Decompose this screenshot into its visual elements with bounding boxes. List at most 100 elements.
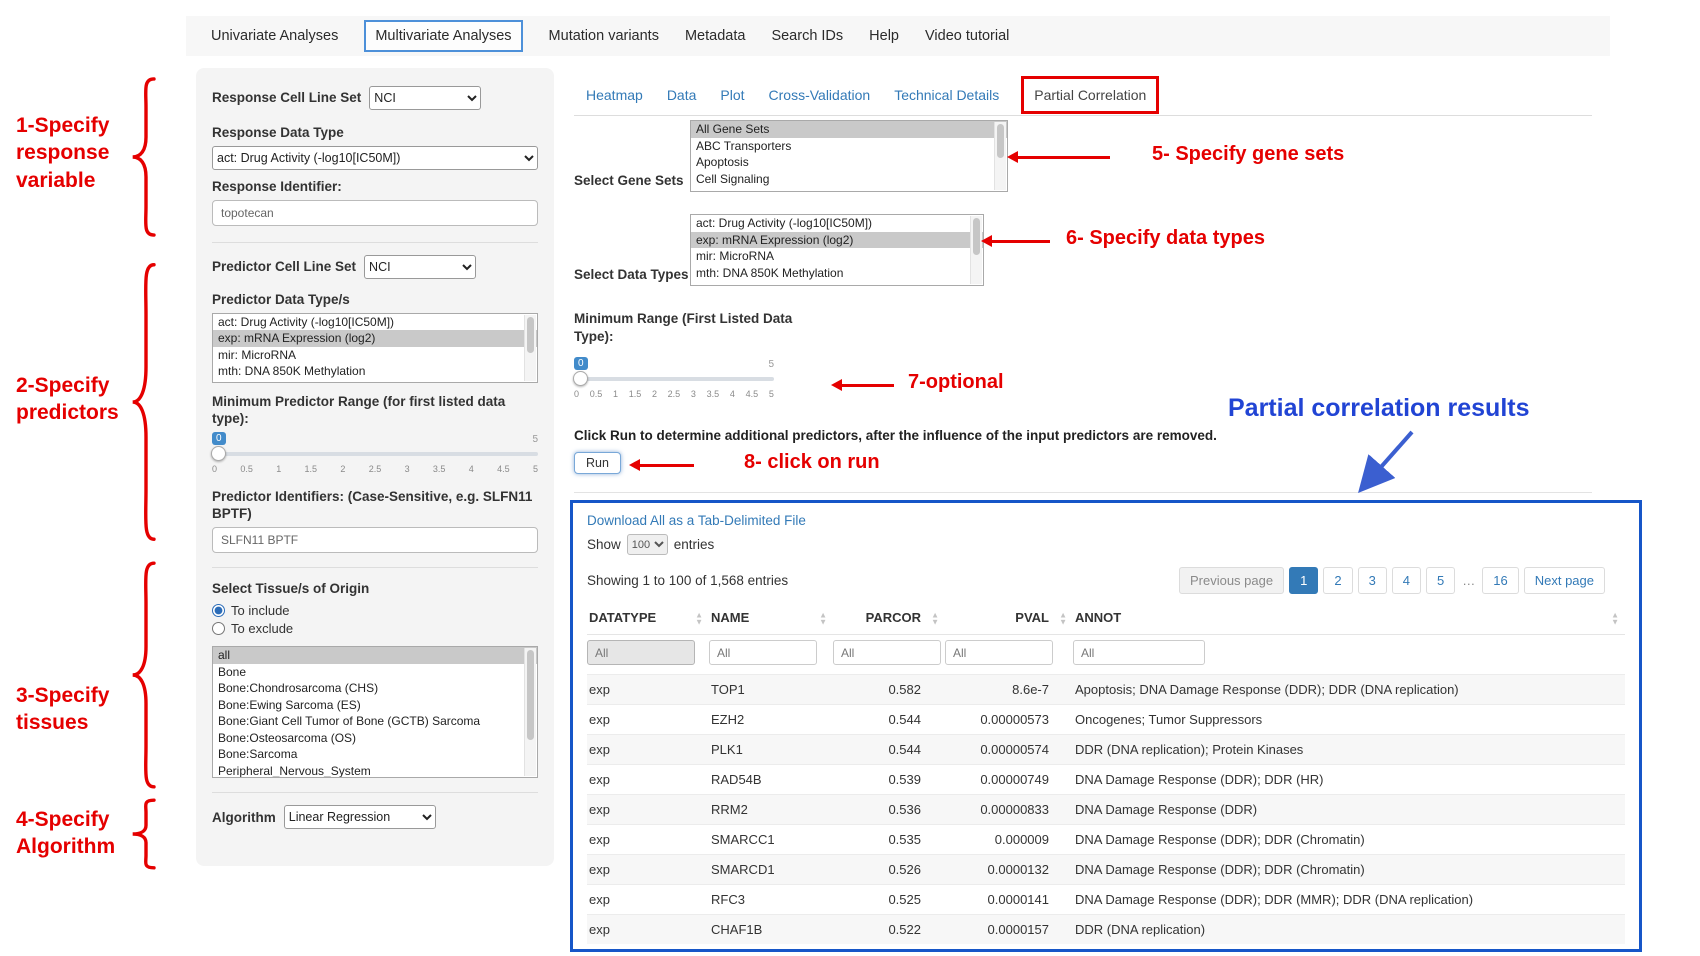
pagination-button[interactable]: 16 <box>1482 567 1518 594</box>
listbox-option[interactable]: exp: mRNA Expression (log2) <box>213 330 537 347</box>
slider-tick-label: 5 <box>533 464 538 474</box>
pagination-button[interactable]: 4 <box>1392 567 1421 594</box>
slider-handle[interactable] <box>573 371 588 386</box>
listbox-option[interactable]: mth: DNA 850K Methylation <box>213 363 537 380</box>
nav-item[interactable]: Univariate Analyses <box>211 28 338 44</box>
download-link[interactable]: Download All as a Tab-Delimited File <box>587 513 806 528</box>
sort-icon[interactable]: ▲▼ <box>695 611 703 625</box>
listbox-option[interactable]: Peripheral_Nervous_System <box>213 763 537 779</box>
pagination-button[interactable]: … <box>1460 568 1477 593</box>
listbox-option[interactable]: Bone:Chondrosarcoma (CHS) <box>213 680 537 697</box>
sort-icon[interactable]: ▲▼ <box>819 611 827 625</box>
min-range-slider[interactable]: 0 5 00.511.522.533.544.55 <box>574 357 774 403</box>
column-filter-input[interactable] <box>833 640 941 665</box>
table-row[interactable]: exp TOP1 0.582 8.6e-7 Apoptosis; DNA Dam… <box>587 675 1625 705</box>
column-header[interactable]: PARCOR ▲▼ <box>833 604 945 635</box>
table-row[interactable]: exp SMARCC1 0.535 0.000009 DNA Damage Re… <box>587 825 1625 855</box>
listbox-option[interactable]: act: Drug Activity (-log10[IC50M]) <box>691 215 983 232</box>
sort-icon[interactable]: ▲▼ <box>1611 611 1619 625</box>
listbox-option[interactable]: mth: DNA 850K Methylation <box>691 265 983 282</box>
slider-handle[interactable] <box>211 446 226 461</box>
listbox-option[interactable]: all <box>213 647 537 664</box>
pagination-button[interactable]: 5 <box>1426 567 1455 594</box>
slider-tick-label: 3.5 <box>433 464 446 474</box>
listbox-option[interactable]: Bone:Sarcoma <box>213 746 537 763</box>
response-cell-line-set-select[interactable]: NCI <box>369 86 481 110</box>
table-row[interactable]: exp CHAF1B 0.522 0.0000157 DDR (DNA repl… <box>587 915 1625 945</box>
table-header-row: DATATYPE ▲▼ NAME ▲▼ PARCOR ▲▼ <box>587 604 1625 635</box>
cell-pval: 0.00000749 <box>945 765 1073 795</box>
listbox-option[interactable]: mir: MicroRNA <box>691 248 983 265</box>
tissue-include-radio[interactable] <box>212 604 225 617</box>
slider-track[interactable] <box>574 377 774 381</box>
listbox-option[interactable]: All Gene Sets <box>691 121 1007 138</box>
analysis-tab[interactable]: Plot <box>708 87 756 103</box>
nav-item[interactable]: Search IDs <box>771 28 843 44</box>
listbox-option[interactable]: Bone:Osteosarcoma (OS) <box>213 730 537 747</box>
tissue-exclude-option[interactable]: To exclude <box>212 621 538 636</box>
column-header[interactable]: DATATYPE ▲▼ <box>587 604 709 635</box>
table-row[interactable]: exp PLK1 0.544 0.00000574 DDR (DNA repli… <box>587 735 1625 765</box>
column-filter-input[interactable] <box>709 640 817 665</box>
sort-icon[interactable]: ▲▼ <box>931 611 939 625</box>
predictor-identifiers-input[interactable] <box>212 527 538 553</box>
algorithm-select[interactable]: Linear Regression <box>284 805 436 829</box>
scrollbar-thumb[interactable] <box>527 317 534 353</box>
tissues-listbox[interactable]: all Bone Bone:Chondrosarcoma (CHS) Bone:… <box>212 646 538 778</box>
nav-item[interactable]: Help <box>869 28 899 44</box>
listbox-option[interactable]: Apoptosis <box>691 154 1007 171</box>
column-filter-input[interactable] <box>1073 640 1205 665</box>
response-data-type-select[interactable]: act: Drug Activity (-log10[IC50M]) <box>212 146 538 170</box>
scrollbar-thumb[interactable] <box>527 650 534 740</box>
table-row[interactable]: exp EZH2 0.544 0.00000573 Oncogenes; Tum… <box>587 705 1625 735</box>
response-identifier-input[interactable] <box>212 200 538 226</box>
table-row[interactable]: exp SMARCD1 0.526 0.0000132 DNA Damage R… <box>587 855 1625 885</box>
column-filter-input[interactable] <box>587 640 695 665</box>
scrollbar[interactable] <box>524 648 536 776</box>
sort-icon[interactable]: ▲▼ <box>1059 611 1067 625</box>
pagination-button[interactable]: Next page <box>1524 567 1605 594</box>
run-button[interactable]: Run <box>574 452 621 474</box>
cell-datatype: exp <box>587 765 709 795</box>
predictor-cell-line-set-select[interactable]: NCI <box>364 255 476 279</box>
column-header[interactable]: ANNOT ▲▼ <box>1073 604 1625 635</box>
nav-item[interactable]: Mutation variants <box>549 28 659 44</box>
scrollbar[interactable] <box>970 216 982 284</box>
pagination-button[interactable]: 3 <box>1358 567 1387 594</box>
nav-item[interactable]: Video tutorial <box>925 28 1009 44</box>
analysis-tab[interactable]: Cross-Validation <box>757 87 883 103</box>
listbox-option[interactable]: act: Drug Activity (-log10[IC50M]) <box>213 314 537 331</box>
analysis-tab[interactable]: Data <box>655 87 709 103</box>
tissue-include-option[interactable]: To include <box>212 603 538 618</box>
column-header[interactable]: NAME ▲▼ <box>709 604 833 635</box>
listbox-option[interactable]: ABC Transporters <box>691 138 1007 155</box>
listbox-option[interactable]: mir: MicroRNA <box>213 347 537 364</box>
pagination-button[interactable]: 1 <box>1289 567 1318 594</box>
gene-sets-listbox[interactable]: All Gene Sets ABC Transporters Apoptosis… <box>690 120 1008 192</box>
data-types-listbox[interactable]: act: Drug Activity (-log10[IC50M]) exp: … <box>690 214 984 286</box>
listbox-option[interactable]: Bone <box>213 664 537 681</box>
slider-track[interactable] <box>212 452 538 456</box>
pagination-button[interactable]: 2 <box>1323 567 1352 594</box>
listbox-option[interactable]: exp: mRNA Expression (log2) <box>691 232 983 249</box>
table-row[interactable]: exp RRM2 0.536 0.00000833 DNA Damage Res… <box>587 795 1625 825</box>
min-predictor-range-slider[interactable]: 0 5 00.511.522.533.544.55 <box>212 432 538 478</box>
scrollbar[interactable] <box>524 315 536 381</box>
entries-per-page-select[interactable]: 100 <box>627 534 668 555</box>
column-header[interactable]: PVAL ▲▼ <box>945 604 1073 635</box>
column-filter-input[interactable] <box>945 640 1053 665</box>
tissue-exclude-radio[interactable] <box>212 622 225 635</box>
nav-item[interactable]: Multivariate Analyses <box>364 20 522 52</box>
listbox-option[interactable]: Bone:Ewing Sarcoma (ES) <box>213 697 537 714</box>
analysis-tab[interactable]: Partial Correlation <box>1021 76 1159 114</box>
nav-item[interactable]: Metadata <box>685 28 745 44</box>
listbox-option[interactable]: Bone:Giant Cell Tumor of Bone (GCTB) Sar… <box>213 713 537 730</box>
analysis-tab[interactable]: Technical Details <box>882 87 1011 103</box>
table-row[interactable]: exp RFC3 0.525 0.0000141 DNA Damage Resp… <box>587 885 1625 915</box>
analysis-tab[interactable]: Heatmap <box>574 87 655 103</box>
pagination-button[interactable]: Previous page <box>1179 567 1284 594</box>
response-identifier-label: Response Identifier: <box>212 178 538 196</box>
listbox-option[interactable]: Cell Signaling <box>691 171 1007 188</box>
table-row[interactable]: exp RAD54B 0.539 0.00000749 DNA Damage R… <box>587 765 1625 795</box>
predictor-data-types-listbox[interactable]: act: Drug Activity (-log10[IC50M]) exp: … <box>212 313 538 383</box>
